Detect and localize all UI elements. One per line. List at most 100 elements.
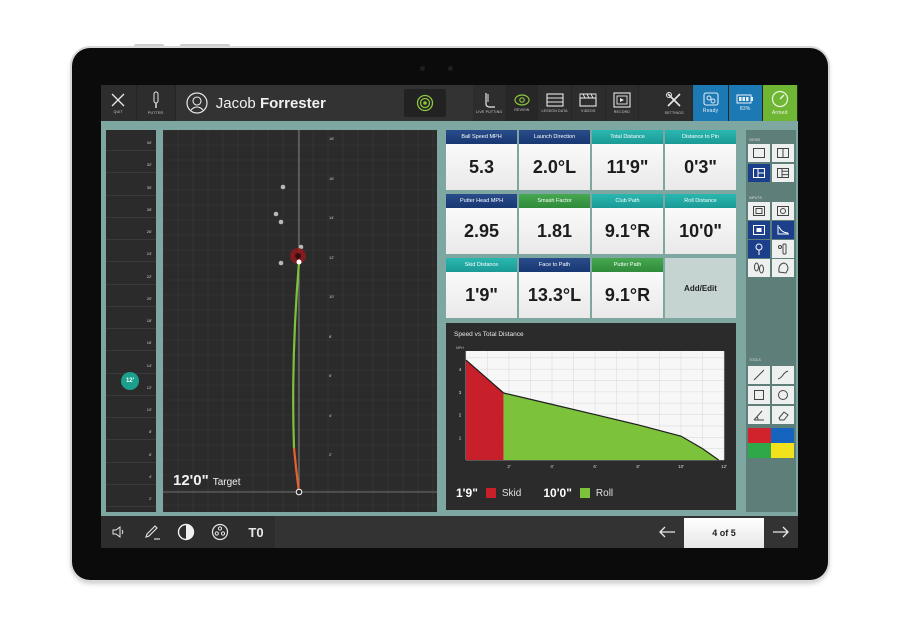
- y-tick-label: 2: [459, 413, 462, 418]
- eye-icon: [514, 94, 530, 106]
- view-quad-button[interactable]: [748, 164, 770, 182]
- putter-button[interactable]: PUTTER: [137, 85, 176, 121]
- views-section-label: VIEWS: [749, 138, 761, 142]
- add-edit-button[interactable]: Add/Edit: [665, 258, 736, 318]
- angle-icon: [753, 410, 764, 421]
- putter-icon: [153, 91, 159, 108]
- app-screen: QUIT PUTTER Jacob Forrester LIVE PUTTING…: [101, 85, 798, 548]
- nav-review[interactable]: REVIEW: [506, 85, 539, 121]
- tool-rectangle[interactable]: [748, 386, 770, 404]
- triple-view-icon: [777, 168, 789, 178]
- current-distance-badge[interactable]: 12': [121, 372, 139, 390]
- input-camera-2[interactable]: [772, 202, 794, 220]
- input-head-tracking[interactable]: [772, 259, 794, 277]
- nav-lesson-data[interactable]: LESSON DATA: [538, 85, 572, 121]
- color-blue[interactable]: [771, 428, 794, 443]
- split-view-icon: [777, 148, 789, 158]
- metric-card[interactable]: Distance to Pin 0'3": [665, 130, 736, 190]
- strip-tick-label: 2': [149, 496, 152, 501]
- input-putt-path[interactable]: [748, 240, 770, 258]
- strip-gridline: [106, 194, 156, 196]
- volume-button[interactable]: [101, 516, 135, 548]
- metric-card[interactable]: Launch Direction 2.0°L: [519, 130, 590, 190]
- text-tool-label: T0: [248, 524, 264, 540]
- user-last-name: Forrester: [259, 94, 326, 112]
- ball-dots-icon: [211, 523, 229, 541]
- contrast-button[interactable]: [169, 516, 203, 548]
- view-single-button[interactable]: [748, 144, 770, 162]
- metric-card[interactable]: Skid Distance 1'9": [446, 258, 517, 318]
- nav-videos[interactable]: VIDEOS: [572, 85, 606, 121]
- color-green[interactable]: [748, 443, 771, 458]
- nav-settings[interactable]: SETTINGS: [656, 85, 694, 121]
- tools-section-label: TOOLS: [749, 358, 761, 362]
- ball-tracking-button[interactable]: [203, 516, 237, 548]
- input-putter-sensor[interactable]: [772, 240, 794, 258]
- strip-tick-label: 26': [146, 229, 152, 234]
- frame-icon: [753, 206, 765, 216]
- input-speed-chart[interactable]: [772, 221, 794, 239]
- distance-strip[interactable]: 34' 32' 30' 28' 26' 24' 22' 20' 18' 16' 14' 12' 10' 8…: [106, 130, 156, 512]
- metric-card[interactable]: Putter Head MPH 2.95: [446, 194, 517, 254]
- tool-angle[interactable]: [748, 406, 770, 424]
- camera-dot: [420, 66, 425, 71]
- nav-live-putting[interactable]: LIVE PUTTING: [473, 85, 507, 121]
- putt-path-view[interactable]: 12'0" Target 18' 16' 14' 12' 10' 8' 6' 4' 2': [163, 130, 437, 512]
- input-camera-1[interactable]: [748, 202, 770, 220]
- status-armed[interactable]: Armed: [762, 85, 798, 121]
- color-red[interactable]: [748, 428, 771, 443]
- metric-card[interactable]: Face to Path 13.3°L: [519, 258, 590, 318]
- square-icon: [754, 390, 764, 400]
- strip-tick-label: 34': [146, 140, 152, 145]
- line-icon: [753, 369, 765, 381]
- putt-distance-tick: 18': [329, 136, 335, 141]
- color-yellow[interactable]: [771, 443, 794, 458]
- quit-button[interactable]: QUIT: [101, 85, 137, 121]
- target-label: Target: [212, 477, 241, 488]
- prev-button[interactable]: [650, 516, 684, 548]
- status-label: 83%: [739, 106, 751, 112]
- metric-card[interactable]: Ball Speed MPH 5.3: [446, 130, 517, 190]
- strip-gridline: [106, 261, 156, 263]
- gauge-icon: [771, 90, 788, 108]
- table-icon: [546, 93, 564, 107]
- metric-value: 0'3": [684, 156, 717, 177]
- target-button[interactable]: [404, 89, 447, 117]
- nav-record[interactable]: RECORD: [606, 85, 640, 121]
- view-split-button[interactable]: [772, 144, 794, 162]
- text-tool-button[interactable]: T0: [237, 516, 275, 548]
- metric-card[interactable]: Total Distance 11'9": [592, 130, 663, 190]
- next-button[interactable]: [764, 516, 798, 548]
- tool-curve[interactable]: [772, 366, 794, 384]
- putt-distance-tick: 14': [329, 215, 335, 220]
- contrast-icon: [177, 523, 195, 541]
- clapperboard-icon: [579, 93, 597, 107]
- camera-status-icon: [703, 92, 719, 106]
- putt-distance-tick: 12': [329, 254, 335, 260]
- metric-card[interactable]: Putter Path 9.1°R: [592, 258, 663, 318]
- metric-label: Club Path: [592, 194, 663, 208]
- status-ready[interactable]: Ready: [693, 85, 729, 121]
- pencil-icon: [145, 525, 160, 540]
- user-profile[interactable]: Jacob Forrester: [175, 85, 391, 121]
- draw-button[interactable]: [135, 516, 169, 548]
- metric-card[interactable]: Smash Factor 1.81: [519, 194, 590, 254]
- y-tick-label: 4: [459, 367, 462, 372]
- user-name: Jacob Forrester: [216, 95, 326, 112]
- tool-line[interactable]: [748, 366, 770, 384]
- user-avatar-icon: [186, 92, 208, 114]
- ball-path-icon: [755, 243, 763, 255]
- roll-label: Roll: [595, 487, 614, 499]
- metric-label: Smash Factor: [519, 194, 590, 208]
- input-data-table[interactable]: [748, 221, 770, 239]
- view-triple-button[interactable]: [772, 164, 794, 182]
- metric-card[interactable]: Club Path 9.1°R: [592, 194, 663, 254]
- input-footprints[interactable]: [748, 259, 770, 277]
- strip-gridline: [106, 216, 156, 218]
- tool-eraser[interactable]: [772, 406, 794, 424]
- skid-swatch: [485, 488, 496, 498]
- tool-circle[interactable]: [772, 386, 794, 404]
- arrow-right-icon: [773, 526, 789, 538]
- metric-card[interactable]: Roll Distance 10'0": [665, 194, 736, 254]
- strip-tick-label: 24': [146, 251, 152, 257]
